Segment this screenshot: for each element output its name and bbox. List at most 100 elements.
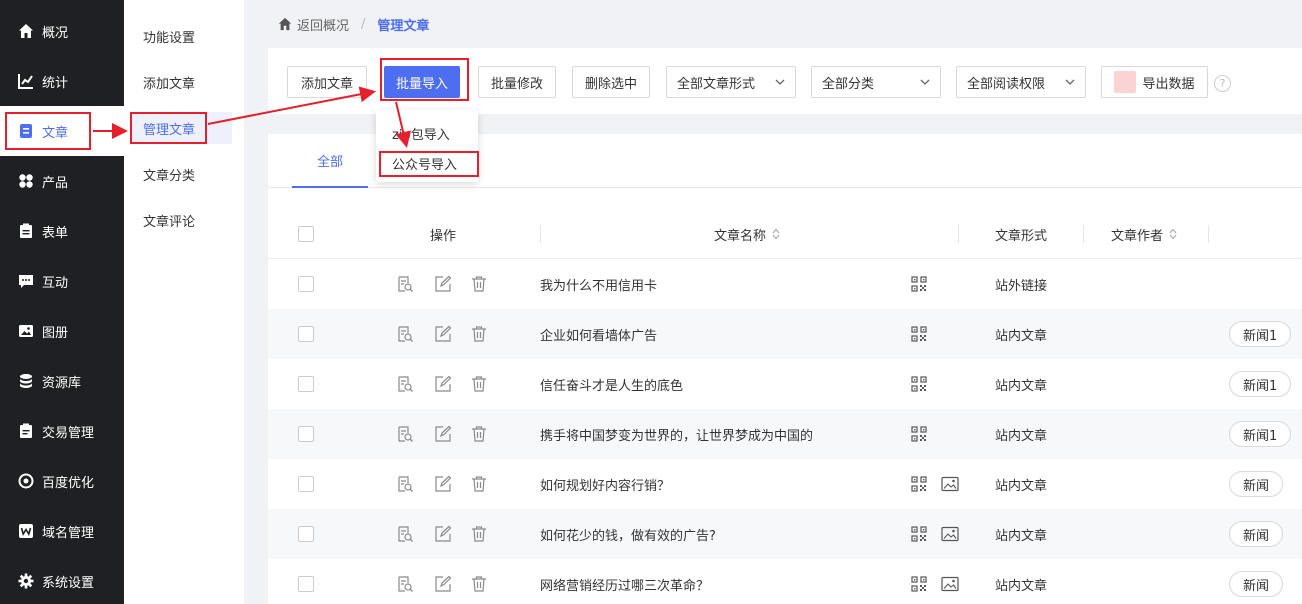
preview-icon[interactable] bbox=[396, 575, 414, 593]
row-checkbox[interactable] bbox=[298, 326, 314, 342]
edit-icon[interactable] bbox=[434, 525, 452, 543]
sort-icon[interactable] bbox=[772, 228, 780, 240]
qr-code-icon[interactable] bbox=[911, 426, 927, 442]
batch-import-button[interactable]: 批量导入 bbox=[384, 66, 460, 98]
sort-icon[interactable] bbox=[1169, 228, 1177, 240]
category-tag[interactable]: 新闻 bbox=[1229, 471, 1284, 497]
article-title[interactable]: 我为什么不用信用卡 bbox=[540, 259, 657, 309]
sidebar-item-resources[interactable]: 资源库 bbox=[0, 356, 124, 406]
preview-icon[interactable] bbox=[396, 475, 414, 493]
sidebar-item-product[interactable]: 产品 bbox=[0, 156, 124, 206]
delete-icon[interactable] bbox=[470, 275, 488, 293]
delete-icon[interactable] bbox=[470, 575, 488, 593]
delete-icon[interactable] bbox=[470, 375, 488, 393]
sidebar-item-settings[interactable]: 系统设置 bbox=[0, 556, 124, 604]
delete-icon[interactable] bbox=[470, 425, 488, 443]
product-icon bbox=[18, 173, 34, 189]
export-data-button[interactable]: 导出数据 bbox=[1101, 66, 1208, 98]
breadcrumb: 返回概况 / 管理文章 bbox=[244, 0, 1302, 48]
edit-icon[interactable] bbox=[434, 375, 452, 393]
article-form: 站内文章 bbox=[995, 328, 1048, 344]
qr-code-icon[interactable] bbox=[911, 326, 927, 342]
preview-icon[interactable] bbox=[396, 325, 414, 343]
article-title[interactable]: 如何花少的钱，做有效的广告? bbox=[540, 509, 716, 559]
edit-icon[interactable] bbox=[434, 325, 452, 343]
batch-edit-button[interactable]: 批量修改 bbox=[478, 66, 556, 98]
delete-icon[interactable] bbox=[470, 325, 488, 343]
sidebar-item-seo[interactable]: 百度优化 bbox=[0, 456, 124, 506]
sidebar-item-domain[interactable]: 域名管理 bbox=[0, 506, 124, 556]
edit-icon[interactable] bbox=[434, 475, 452, 493]
category-tag[interactable]: 新闻 bbox=[1229, 571, 1284, 597]
zip-import-option[interactable]: zip包导入 bbox=[376, 119, 478, 147]
article-title[interactable]: 企业如何看墙体广告 bbox=[540, 309, 657, 359]
sidebar-item-article[interactable]: 文章 bbox=[0, 106, 124, 156]
subnav-item-category[interactable]: 文章分类 bbox=[130, 158, 232, 190]
home-icon[interactable] bbox=[278, 17, 292, 31]
breadcrumb-back-link[interactable]: 返回概况 bbox=[297, 15, 349, 34]
tab-all[interactable]: 全部 bbox=[292, 134, 368, 188]
sidebar-item-form[interactable]: 表单 bbox=[0, 206, 124, 256]
row-checkbox[interactable] bbox=[298, 576, 314, 592]
category-tag[interactable]: 新闻1 bbox=[1229, 421, 1292, 447]
delete-icon[interactable] bbox=[470, 475, 488, 493]
image-icon[interactable] bbox=[941, 576, 959, 592]
row-checkbox[interactable] bbox=[298, 526, 314, 542]
sidebar-item-label: 产品 bbox=[42, 175, 69, 191]
image-icon[interactable] bbox=[941, 526, 959, 542]
preview-icon[interactable] bbox=[396, 525, 414, 543]
category-tag[interactable]: 新闻1 bbox=[1229, 321, 1292, 347]
sidebar-item-gallery[interactable]: 图册 bbox=[0, 306, 124, 356]
select-all-checkbox[interactable] bbox=[298, 226, 314, 242]
sidebar-item-overview[interactable]: 概况 bbox=[0, 6, 124, 56]
row-checkbox[interactable] bbox=[298, 476, 314, 492]
select-value: 全部阅读权限 bbox=[967, 76, 1046, 92]
help-icon[interactable]: ? bbox=[1214, 75, 1231, 92]
category-tag[interactable]: 新闻 bbox=[1229, 521, 1284, 547]
edit-icon[interactable] bbox=[434, 425, 452, 443]
preview-icon[interactable] bbox=[396, 425, 414, 443]
article-form-select[interactable]: 全部文章形式 bbox=[666, 66, 796, 98]
subnav-item-comments[interactable]: 文章评论 bbox=[130, 204, 232, 236]
qr-code-icon[interactable] bbox=[911, 376, 927, 392]
sidebar-item-trade[interactable]: 交易管理 bbox=[0, 406, 124, 456]
row-checkbox[interactable] bbox=[298, 276, 314, 292]
subnav-item-manage-article[interactable]: 管理文章 bbox=[130, 112, 232, 144]
edit-icon[interactable] bbox=[434, 575, 452, 593]
sidebar-item-interact[interactable]: 互动 bbox=[0, 256, 124, 306]
edit-icon[interactable] bbox=[434, 275, 452, 293]
qr-code-icon[interactable] bbox=[911, 476, 927, 492]
table-row: 如何规划好内容行销？ 站内文章 新闻 bbox=[268, 459, 1302, 509]
header-article-name[interactable]: 文章名称 bbox=[714, 209, 780, 259]
sidebar-item-label: 概况 bbox=[42, 25, 69, 41]
article-title[interactable]: 如何规划好内容行销？ bbox=[540, 459, 670, 509]
qr-code-icon[interactable] bbox=[911, 276, 927, 292]
article-icon bbox=[18, 123, 34, 139]
delete-icon[interactable] bbox=[470, 525, 488, 543]
read-permission-select[interactable]: 全部阅读权限 bbox=[956, 66, 1086, 98]
header-article-author[interactable]: 文章作者 bbox=[1111, 209, 1177, 259]
subnav-item-settings[interactable]: 功能设置 bbox=[130, 20, 232, 52]
category-tag[interactable]: 新闻1 bbox=[1229, 371, 1292, 397]
article-title[interactable]: 携手将中国梦变为世界的，让世界梦成为中国的 bbox=[540, 409, 813, 459]
header-divider bbox=[540, 225, 541, 243]
preview-icon[interactable] bbox=[396, 275, 414, 293]
row-checkbox[interactable] bbox=[298, 426, 314, 442]
header-divider bbox=[958, 225, 959, 243]
qr-code-icon[interactable] bbox=[911, 576, 927, 592]
article-title[interactable]: 网络营销经历过哪三次革命？ bbox=[540, 559, 709, 604]
sidebar-item-stats[interactable]: 统计 bbox=[0, 56, 124, 106]
article-title[interactable]: 信任奋斗才是人生的底色 bbox=[540, 359, 683, 409]
subnav-item-add-article[interactable]: 添加文章 bbox=[130, 66, 232, 98]
preview-icon[interactable] bbox=[396, 375, 414, 393]
category-select[interactable]: 全部分类 bbox=[811, 66, 941, 98]
qr-code-icon[interactable] bbox=[911, 526, 927, 542]
delete-selected-button[interactable]: 删除选中 bbox=[572, 66, 650, 98]
wechat-import-option[interactable]: 公众号导入 bbox=[376, 149, 478, 177]
row-checkbox[interactable] bbox=[298, 376, 314, 392]
add-article-button[interactable]: 添加文章 bbox=[287, 66, 367, 98]
export-label: 导出数据 bbox=[1142, 76, 1195, 92]
image-icon[interactable] bbox=[941, 476, 959, 492]
breadcrumb-separator: / bbox=[361, 16, 366, 32]
export-icon bbox=[1114, 71, 1137, 93]
